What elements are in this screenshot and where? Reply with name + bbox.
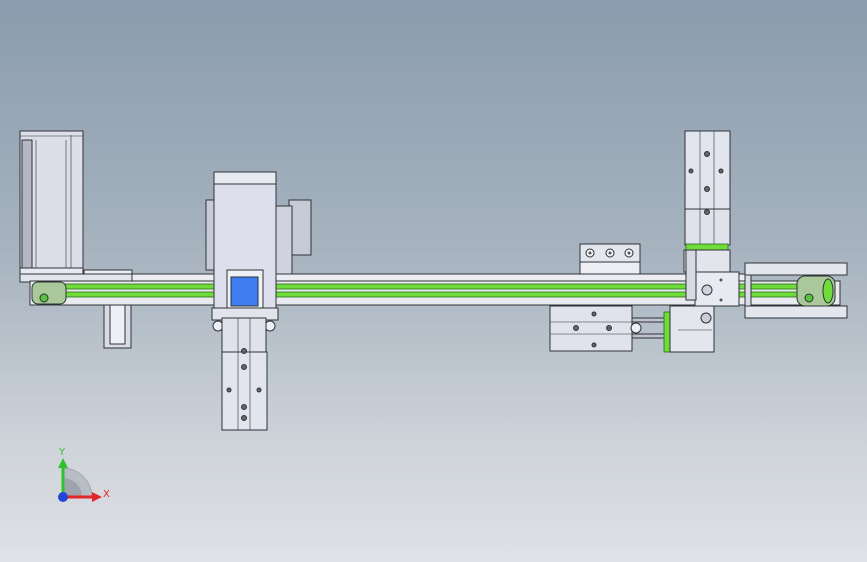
carriage-window bbox=[230, 276, 259, 307]
center-carriage[interactable] bbox=[205, 171, 312, 332]
y-axis-arrowhead bbox=[58, 458, 68, 468]
x-axis-label: X bbox=[103, 489, 110, 500]
left-stepper-motor[interactable] bbox=[19, 130, 84, 275]
cad-viewport[interactable]: Y X bbox=[0, 0, 867, 562]
left-pulley[interactable] bbox=[31, 281, 67, 305]
horizontal-actuator[interactable] bbox=[549, 305, 715, 353]
y-axis-label: Y bbox=[58, 447, 66, 458]
center-vertical-actuator[interactable] bbox=[221, 317, 268, 431]
axis-triad: Y X bbox=[58, 447, 110, 502]
z-axis-dot bbox=[58, 492, 68, 502]
x-axis-arrowhead bbox=[92, 492, 102, 502]
hole-bracket[interactable] bbox=[579, 243, 641, 275]
assembly-drawing[interactable]: Y X bbox=[0, 0, 867, 562]
